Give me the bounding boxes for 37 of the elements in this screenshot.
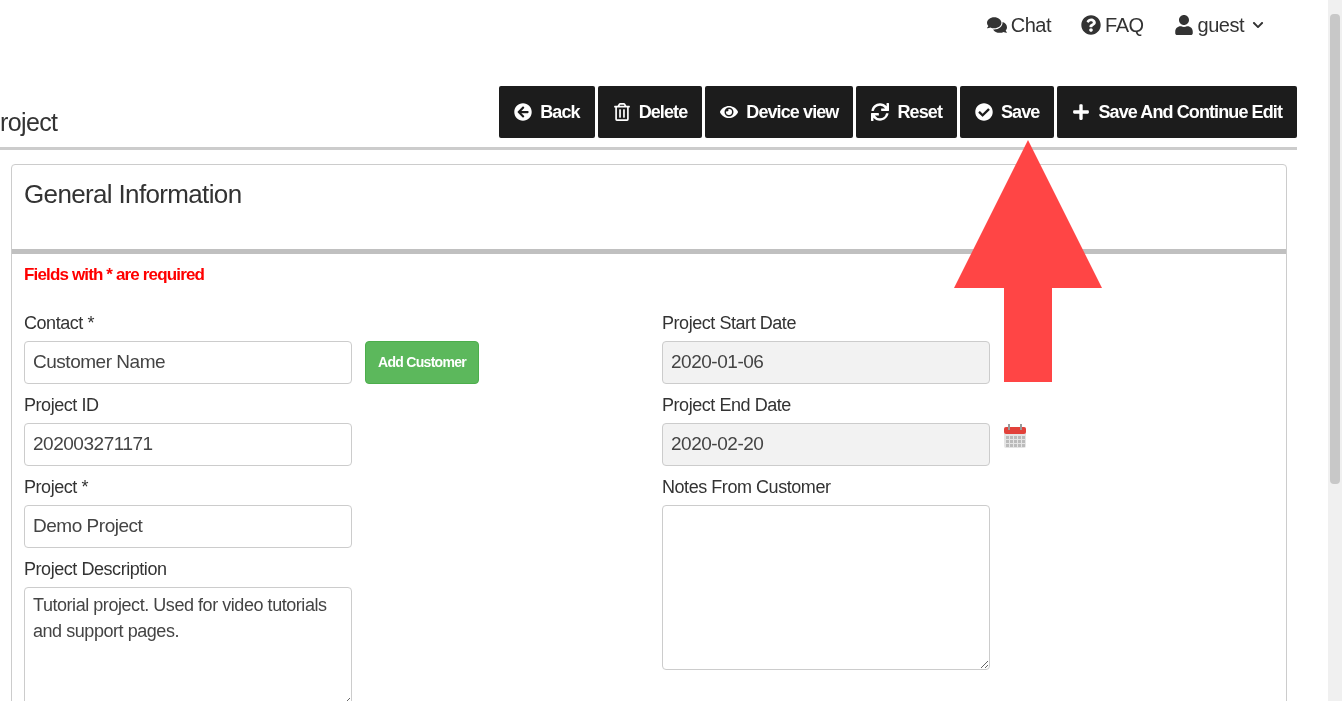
user-menu[interactable]: guest bbox=[1173, 10, 1264, 40]
calendar-icon[interactable] bbox=[1003, 422, 1027, 449]
text-field[interactable]: Customer Name bbox=[24, 340, 352, 384]
back-arrow-icon bbox=[514, 103, 533, 121]
text-field[interactable]: Demo Project bbox=[24, 504, 352, 548]
field-label: Project Description bbox=[24, 557, 168, 581]
toolbar-button[interactable]: Reset bbox=[856, 86, 957, 138]
toolbar-button[interactable]: Back bbox=[499, 86, 595, 138]
header-link[interactable]: FAQ bbox=[1081, 10, 1144, 40]
field-label: Notes From Customer bbox=[662, 475, 832, 499]
eye-icon bbox=[720, 103, 739, 121]
panel-title: General Information bbox=[24, 178, 243, 211]
date-field[interactable]: 2020-02-20 bbox=[662, 422, 990, 466]
date-field[interactable]: 2020-01-06 bbox=[662, 340, 990, 384]
toolbar-button[interactable]: Save bbox=[960, 86, 1055, 138]
field-label: Contact * bbox=[24, 311, 95, 335]
toolbar-button[interactable]: Device view bbox=[705, 86, 854, 138]
plus-icon bbox=[1072, 103, 1091, 121]
page-title: roject bbox=[0, 110, 58, 135]
text-area[interactable] bbox=[662, 504, 990, 670]
text-field[interactable]: 202003271171 bbox=[24, 422, 352, 466]
user-icon bbox=[1173, 15, 1194, 35]
field-label: Project End Date bbox=[662, 393, 792, 417]
chat-icon bbox=[986, 15, 1007, 35]
trash-icon bbox=[612, 103, 631, 121]
refresh-icon bbox=[871, 103, 890, 121]
check-icon bbox=[975, 103, 993, 121]
toolbar-button[interactable]: Delete bbox=[597, 86, 703, 138]
text-area[interactable]: Tutorial project. Used for video tutorials and support pages. bbox=[24, 586, 352, 701]
field-label: Project Start Date bbox=[662, 311, 797, 335]
field-label: Project ID bbox=[24, 393, 100, 417]
toolbar-button[interactable]: Save And Continue Edit bbox=[1057, 86, 1297, 138]
header-link[interactable]: Chat bbox=[986, 10, 1052, 40]
required-note: Fields with * are required bbox=[24, 264, 206, 286]
chevron-down-icon bbox=[1252, 19, 1264, 31]
field-label: Project * bbox=[24, 475, 89, 499]
help-icon bbox=[1081, 15, 1102, 35]
